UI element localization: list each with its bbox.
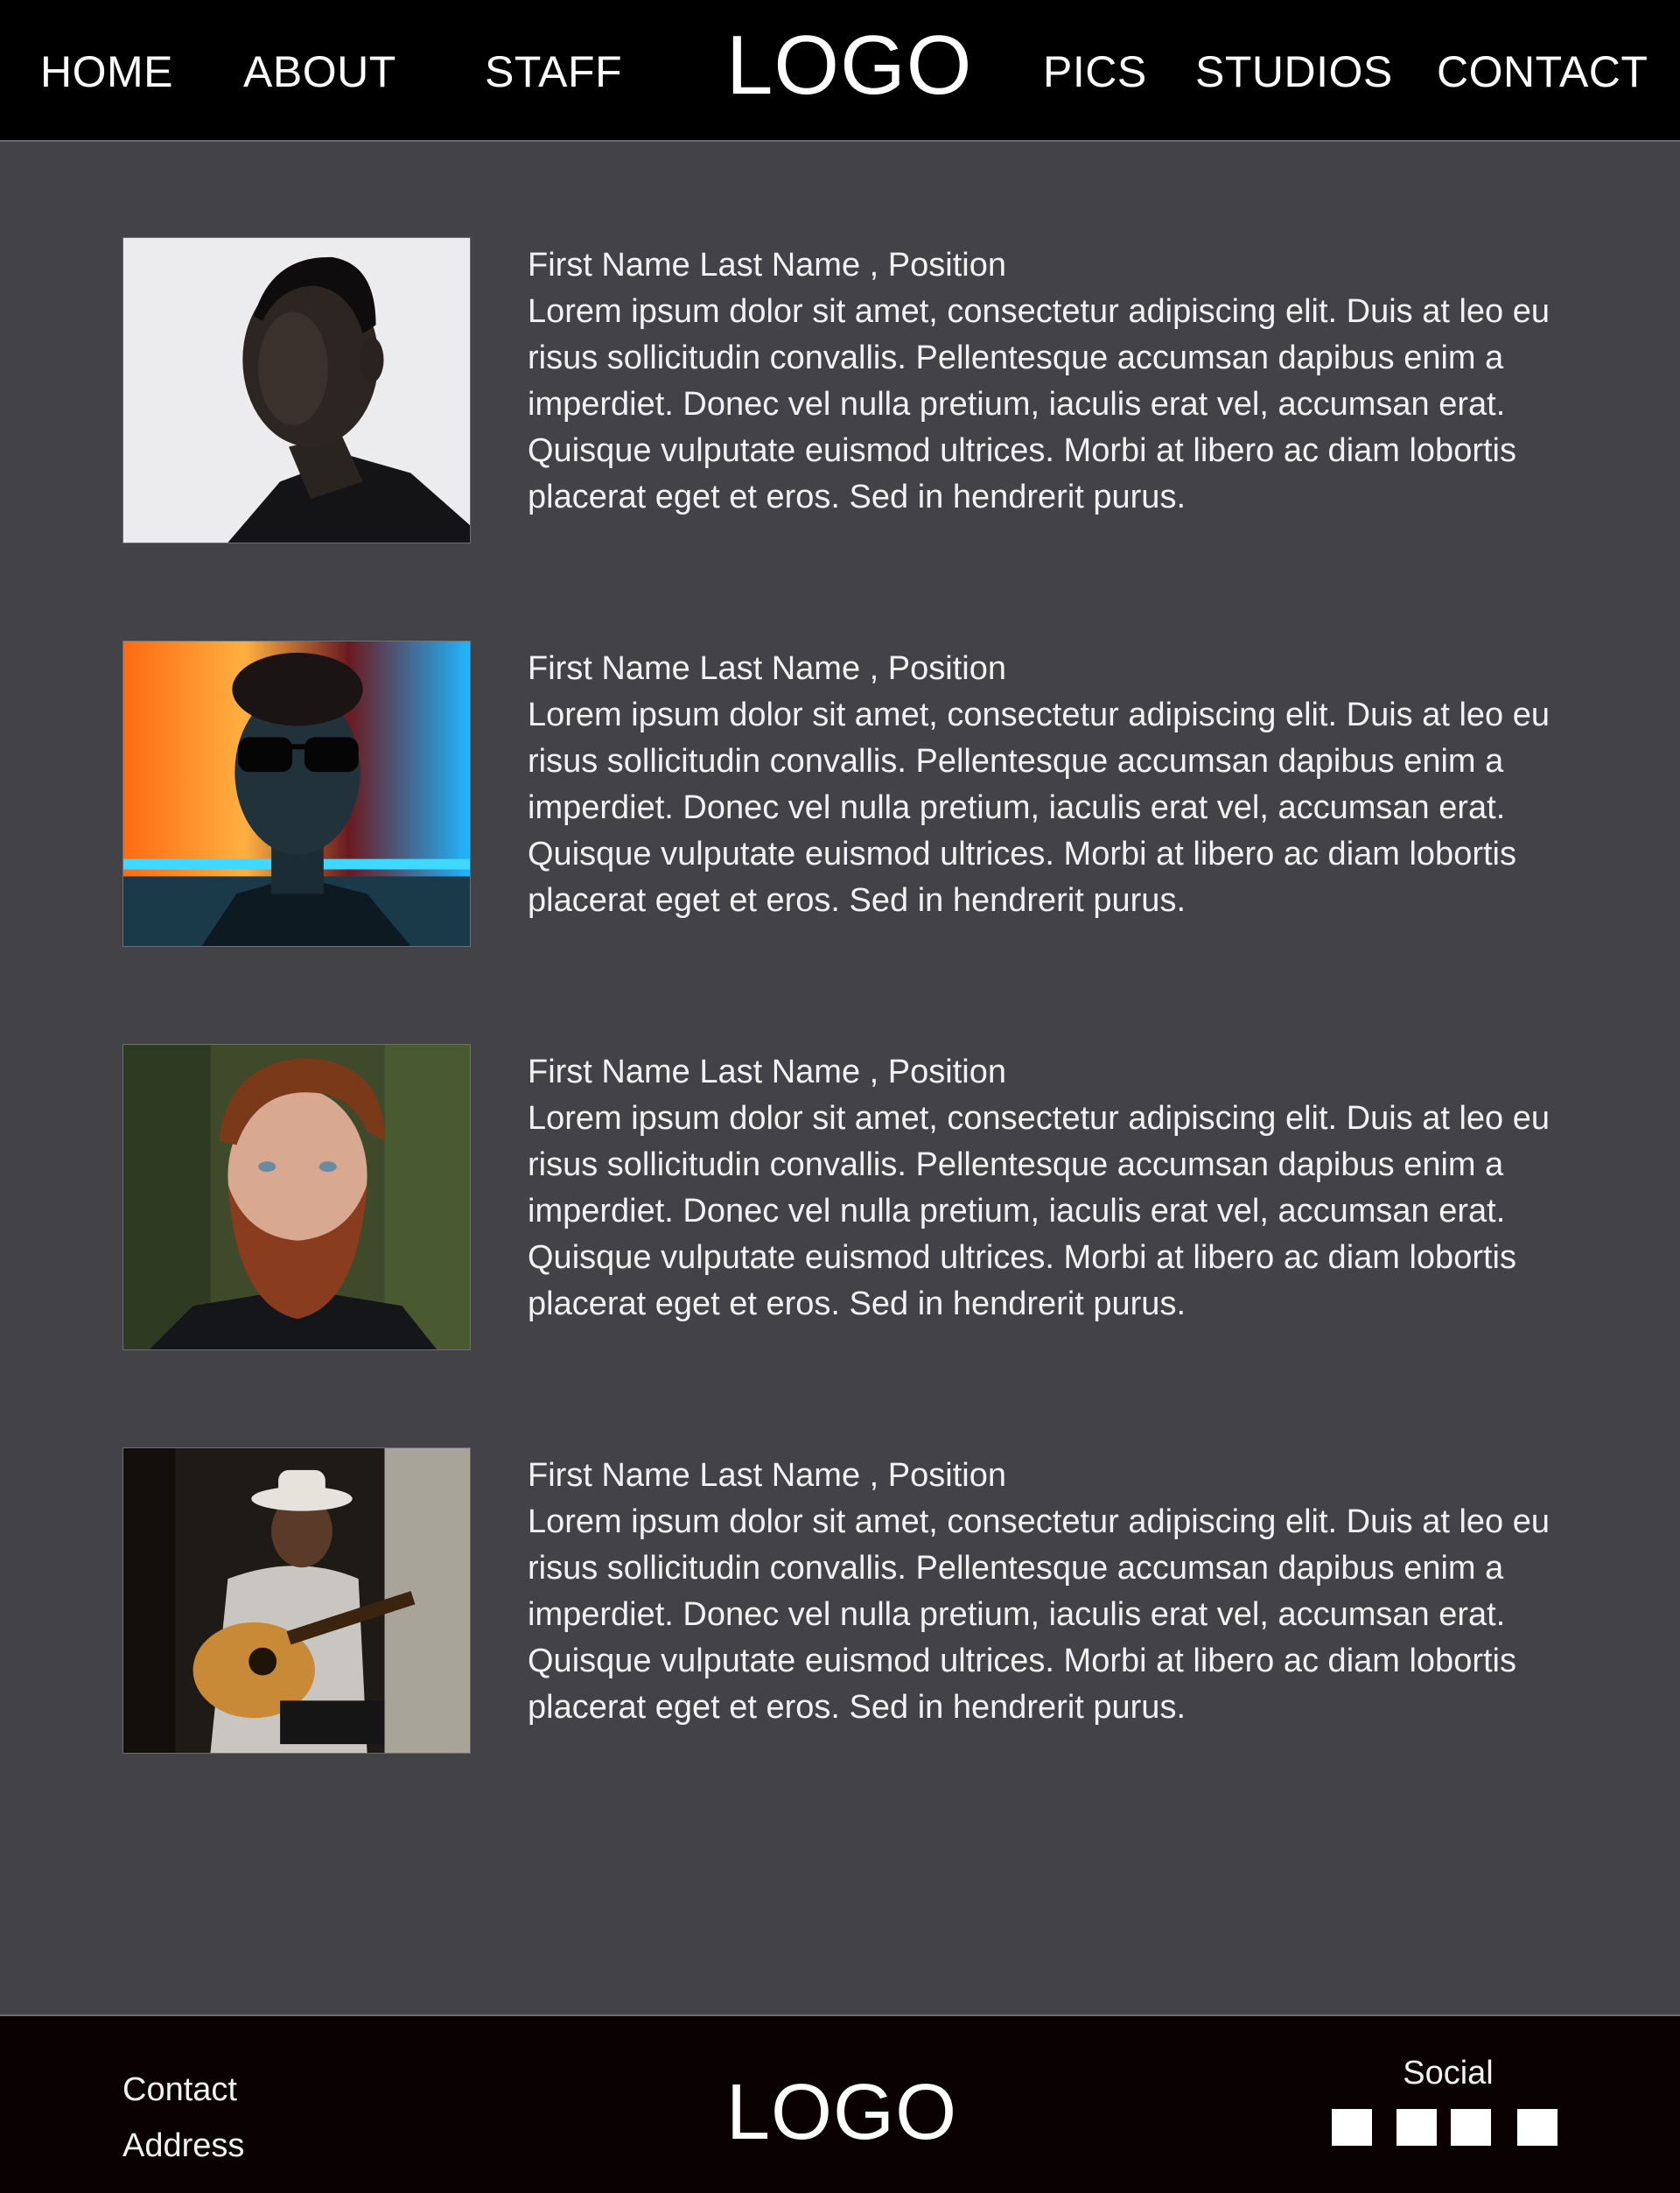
staff-bio: Lorem ipsum dolor sit amet, consectetur …: [528, 1503, 1550, 1726]
staff-photo: [122, 237, 471, 543]
portrait-image: [123, 1448, 470, 1753]
social-icon[interactable]: [1396, 2109, 1437, 2146]
staff-card: First Name Last Name , Position Lorem ip…: [122, 1447, 1566, 1755]
staff-name: First Name Last Name , Position: [528, 247, 1006, 284]
portrait-image: [123, 641, 470, 946]
staff-name: First Name Last Name , Position: [528, 1457, 1006, 1494]
staff-bio: Lorem ipsum dolor sit amet, consectetur …: [528, 1100, 1550, 1322]
nav-pics-link[interactable]: PICS: [1043, 44, 1147, 100]
staff-info: First Name Last Name , Position Lorem ip…: [528, 1049, 1560, 1328]
staff-card: First Name Last Name , Position Lorem ip…: [122, 641, 1566, 949]
footer-logo[interactable]: LOGO: [726, 2069, 956, 2156]
staff-info: First Name Last Name , Position Lorem ip…: [528, 1453, 1560, 1731]
staff-bio: Lorem ipsum dolor sit amet, consectetur …: [528, 293, 1550, 515]
staff-name: First Name Last Name , Position: [528, 1054, 1006, 1090]
nav-home-link[interactable]: HOME: [40, 44, 173, 100]
portrait-image: [123, 1045, 470, 1349]
staff-photo: [122, 1044, 471, 1350]
staff-photo: [122, 641, 471, 947]
nav-about-link[interactable]: ABOUT: [243, 44, 396, 100]
portrait-image: [123, 238, 470, 543]
staff-bio: Lorem ipsum dolor sit amet, consectetur …: [528, 697, 1550, 919]
staff-info: First Name Last Name , Position Lorem ip…: [528, 242, 1560, 521]
social-icon[interactable]: [1517, 2109, 1558, 2146]
staff-photo: [122, 1447, 471, 1754]
staff-info: First Name Last Name , Position Lorem ip…: [528, 646, 1560, 924]
nav-staff-link[interactable]: STAFF: [485, 44, 622, 100]
footer-contact-link[interactable]: Contact: [122, 2062, 244, 2118]
header-logo[interactable]: LOGO: [726, 18, 971, 114]
top-navigation: HOME ABOUT STAFF LOGO PICS STUDIOS CONTA…: [0, 0, 1680, 142]
social-icon[interactable]: [1451, 2109, 1491, 2146]
nav-contact-link[interactable]: CONTACT: [1437, 44, 1648, 100]
staff-card: First Name Last Name , Position Lorem ip…: [122, 1044, 1566, 1352]
staff-card: First Name Last Name , Position Lorem ip…: [122, 237, 1566, 545]
social-label: Social: [1403, 2055, 1494, 2091]
footer: Contact Address LOGO Social: [0, 2014, 1680, 2193]
footer-address-link[interactable]: Address: [122, 2118, 244, 2174]
footer-contact-block: Contact Address: [122, 2062, 244, 2174]
social-icon[interactable]: [1332, 2109, 1372, 2146]
nav-studios-link[interactable]: STUDIOS: [1195, 44, 1393, 100]
staff-name: First Name Last Name , Position: [528, 650, 1006, 687]
